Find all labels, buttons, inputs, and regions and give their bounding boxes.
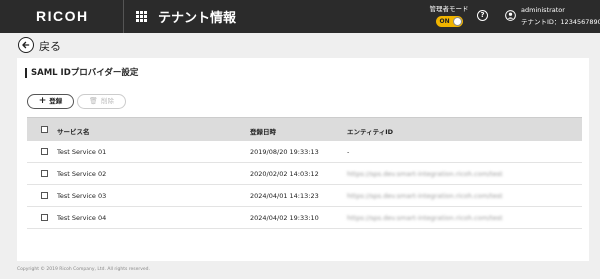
toggle-knob <box>452 17 462 26</box>
app-grid-icon[interactable] <box>136 11 147 22</box>
header-divider <box>123 0 124 33</box>
entity-id: https://sps.dev.smart-integration.ricoh.… <box>347 192 503 200</box>
service-name[interactable]: Test Service 04 <box>57 214 106 222</box>
service-name[interactable]: Test Service 02 <box>57 170 106 178</box>
service-table: サービス名 登録日時 エンティティID Test Service 01 2019… <box>27 117 582 229</box>
column-header-date[interactable]: 登録日時 <box>250 126 276 136</box>
row-checkbox[interactable] <box>41 192 48 199</box>
user-icon[interactable] <box>505 10 516 21</box>
select-all-checkbox[interactable] <box>41 126 48 133</box>
column-header-name[interactable]: サービス名 <box>57 126 90 136</box>
entity-id: https://sps.dev.smart-integration.ricoh.… <box>347 214 503 222</box>
registered-date: 2019/08/20 19:33:13 <box>250 148 319 156</box>
registered-date: 2024/04/02 19:33:10 <box>250 214 319 222</box>
table-row[interactable]: Test Service 02 2020/02/02 14:03:12 http… <box>27 163 582 185</box>
page-title: テナント情報 <box>158 11 237 26</box>
user-name[interactable]: administrator <box>521 6 565 14</box>
table-row[interactable]: Test Service 01 2019/08/20 19:33:13 - <box>27 141 582 163</box>
admin-mode-label: 管理者モード <box>429 5 469 13</box>
row-checkbox[interactable] <box>41 170 48 177</box>
back-arrow-icon[interactable] <box>18 37 34 53</box>
delete-button[interactable]: 🗑 削除 <box>77 94 126 109</box>
ricoh-logo: RICOH <box>36 8 89 24</box>
add-button[interactable]: + 登録 <box>27 94 74 109</box>
admin-mode-toggle[interactable]: ON <box>435 16 463 27</box>
entity-id: https://sps.dev.smart-integration.ricoh.… <box>347 170 503 178</box>
delete-label: 削除 <box>100 97 114 105</box>
content-card: SAML IDプロバイダー設定 + 登録 🗑 削除 サービス名 登録日時 エンティテ… <box>17 58 589 261</box>
trash-icon: 🗑 <box>89 97 98 105</box>
column-header-entity[interactable]: エンティティID <box>347 126 393 136</box>
help-icon[interactable]: ? <box>477 10 488 21</box>
toggle-state-label: ON <box>439 17 450 25</box>
admin-mode-switch[interactable]: 管理者モード ON <box>428 3 470 27</box>
tenant-id: テナントID：1234567890 <box>521 18 600 26</box>
row-checkbox[interactable] <box>41 214 48 221</box>
service-name[interactable]: Test Service 03 <box>57 192 106 200</box>
table-header: サービス名 登録日時 エンティティID <box>27 117 582 141</box>
copyright-footer: Copyright © 2019 Ricoh Company, Ltd. All… <box>17 267 150 272</box>
table-row[interactable]: Test Service 04 2024/04/02 19:33:10 http… <box>27 207 582 229</box>
back-label[interactable]: 戻る <box>39 38 61 54</box>
table-row[interactable]: Test Service 03 2024/04/01 14:13:23 http… <box>27 185 582 207</box>
service-name[interactable]: Test Service 01 <box>57 148 106 156</box>
registered-date: 2024/04/01 14:13:23 <box>250 192 319 200</box>
top-header: RICOH テナント情報 管理者モード ON ? administrator テ… <box>0 0 600 33</box>
plus-icon: + <box>38 96 47 106</box>
add-label: 登録 <box>49 97 63 105</box>
section-title: SAML IDプロバイダー設定 <box>25 68 138 78</box>
row-checkbox[interactable] <box>41 148 48 155</box>
registered-date: 2020/02/02 14:03:12 <box>250 170 319 178</box>
entity-id: - <box>347 148 350 156</box>
